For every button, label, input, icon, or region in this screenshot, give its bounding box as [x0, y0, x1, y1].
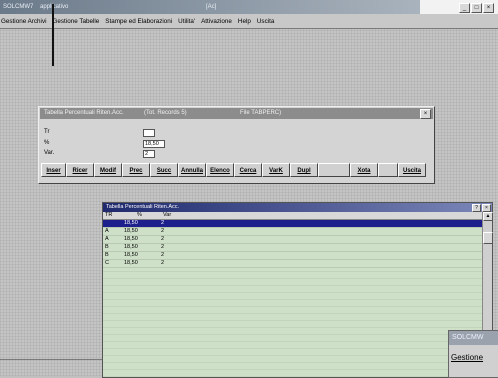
dialog-close-button[interactable]: ×: [420, 109, 431, 119]
dupl-button[interactable]: Dupl: [290, 163, 318, 177]
ricer-button[interactable]: Ricer: [66, 163, 94, 177]
modif-button[interactable]: Modif: [94, 163, 122, 177]
table-row[interactable]: A 18,50 2: [103, 236, 482, 244]
app-title-name: SOLCMW7: [3, 4, 34, 10]
table-row[interactable]: 18,50 2: [103, 220, 482, 228]
column-header-tr[interactable]: TR: [105, 212, 112, 219]
blank-button[interactable]: [318, 163, 350, 177]
table-window-title: Tabella Percentuali Riten.Acc.: [106, 204, 180, 210]
field-label-percent: %: [44, 140, 50, 146]
window-controls-area: _ □ ×: [420, 0, 498, 14]
dialog-title-bar: Tabella Percentuali Riten.Acc. (Tot. Rec…: [40, 108, 433, 119]
prec-button[interactable]: Prec: [122, 163, 150, 177]
field-input-tr[interactable]: [143, 129, 155, 137]
record-dialog: Tabella Percentuali Riten.Acc. (Tot. Rec…: [38, 106, 435, 184]
menu-stampe-elaborazioni[interactable]: Stampe ed Elaborazioni: [105, 18, 172, 25]
blank-button[interactable]: [378, 163, 398, 177]
column-header-percent[interactable]: %: [137, 212, 142, 219]
help-button[interactable]: ?: [472, 204, 481, 212]
close-button[interactable]: ×: [483, 3, 494, 13]
cell-percent: 18,50: [124, 260, 138, 266]
minimized-app-menu: Gestione: [451, 353, 484, 362]
menu-uscita[interactable]: Uscita: [257, 18, 275, 25]
menu-help[interactable]: Help: [238, 18, 251, 25]
field-label-tr: Tr: [44, 129, 50, 135]
cell-percent: 18,50: [124, 252, 138, 258]
maximize-button[interactable]: □: [471, 3, 482, 13]
annulla-button[interactable]: Annulla: [178, 163, 206, 177]
text-cursor: [52, 4, 54, 66]
dialog-title: Tabella Percentuali Riten.Acc.: [44, 110, 124, 116]
app-title-bar: SOLCMW7 applicativo [Ac]: [0, 0, 420, 14]
table-close-button[interactable]: ×: [482, 204, 491, 212]
empty-grid-area: [103, 270, 482, 377]
column-header-var[interactable]: Var: [163, 212, 171, 219]
cell-var: 2: [161, 236, 165, 242]
dialog-button-row: Inser Ricer Modif Prec Succ Annulla Elen…: [41, 163, 431, 179]
succ-button[interactable]: Succ: [150, 163, 178, 177]
table-row[interactable]: B 18,50 2: [103, 252, 482, 260]
table-header: TR % Var: [103, 212, 482, 220]
inser-button[interactable]: Inser: [41, 163, 66, 177]
cell-percent: 18,50: [124, 244, 138, 250]
xota-button[interactable]: Xota: [350, 163, 378, 177]
field-input-var[interactable]: 2: [143, 150, 155, 158]
minimized-app-title: SOLCMW: [449, 331, 498, 345]
app-title-module: applicativo: [40, 4, 69, 10]
field-label-var: Var.: [44, 150, 55, 156]
cell-var: 2: [161, 228, 165, 234]
dialog-file-name: File TABPERC): [240, 110, 282, 116]
cell-var: 2: [161, 252, 165, 258]
cell-percent: 18,50: [124, 228, 138, 234]
menu-bar: Gestione Archivi Gestione Tabelle Stampe…: [0, 14, 498, 28]
menu-attivazione[interactable]: Attivazione: [201, 18, 232, 25]
menu-gestione-archivi[interactable]: Gestione Archivi: [1, 18, 47, 25]
cell-var: 2: [161, 220, 165, 226]
menu-gestione-tabelle[interactable]: Gestione Tabelle: [53, 18, 100, 25]
cell-tr: B: [105, 244, 109, 250]
table-window-title-bar: Tabella Percentuali Riten.Acc. ? ×: [103, 203, 492, 212]
minimize-button[interactable]: _: [459, 3, 470, 13]
cell-tr: B: [105, 252, 109, 258]
cell-percent: 18,50: [124, 236, 138, 242]
table-row[interactable]: A 18,50 2: [103, 228, 482, 236]
elenco-button[interactable]: Elenco: [206, 163, 234, 177]
cell-tr: A: [105, 236, 109, 242]
cell-tr: A: [105, 228, 109, 234]
minimized-app-window[interactable]: SOLCMW Gestione: [448, 330, 498, 378]
cerca-button[interactable]: Cerca: [234, 163, 262, 177]
dialog-record-count: (Tot. Records 5): [144, 110, 187, 116]
cell-var: 2: [161, 244, 165, 250]
cell-percent: 18,50: [124, 220, 138, 226]
divider: [0, 28, 498, 29]
field-input-percent[interactable]: 18,50: [143, 140, 165, 148]
scroll-up-arrow-icon[interactable]: ▲: [483, 212, 493, 221]
uscita-button[interactable]: Uscita: [398, 163, 426, 177]
scroll-thumb[interactable]: [483, 232, 493, 244]
menu-utilita[interactable]: Utilita': [178, 18, 195, 25]
table-row[interactable]: B 18,50 2: [103, 244, 482, 252]
app-title-doc: [Ac]: [206, 4, 217, 10]
cell-var: 2: [161, 260, 165, 266]
table-window: Tabella Percentuali Riten.Acc. ? × TR % …: [102, 202, 493, 378]
table-row[interactable]: C 18,50 2: [103, 260, 482, 268]
vark-button[interactable]: VarK: [262, 163, 290, 177]
cell-tr: C: [105, 260, 109, 266]
